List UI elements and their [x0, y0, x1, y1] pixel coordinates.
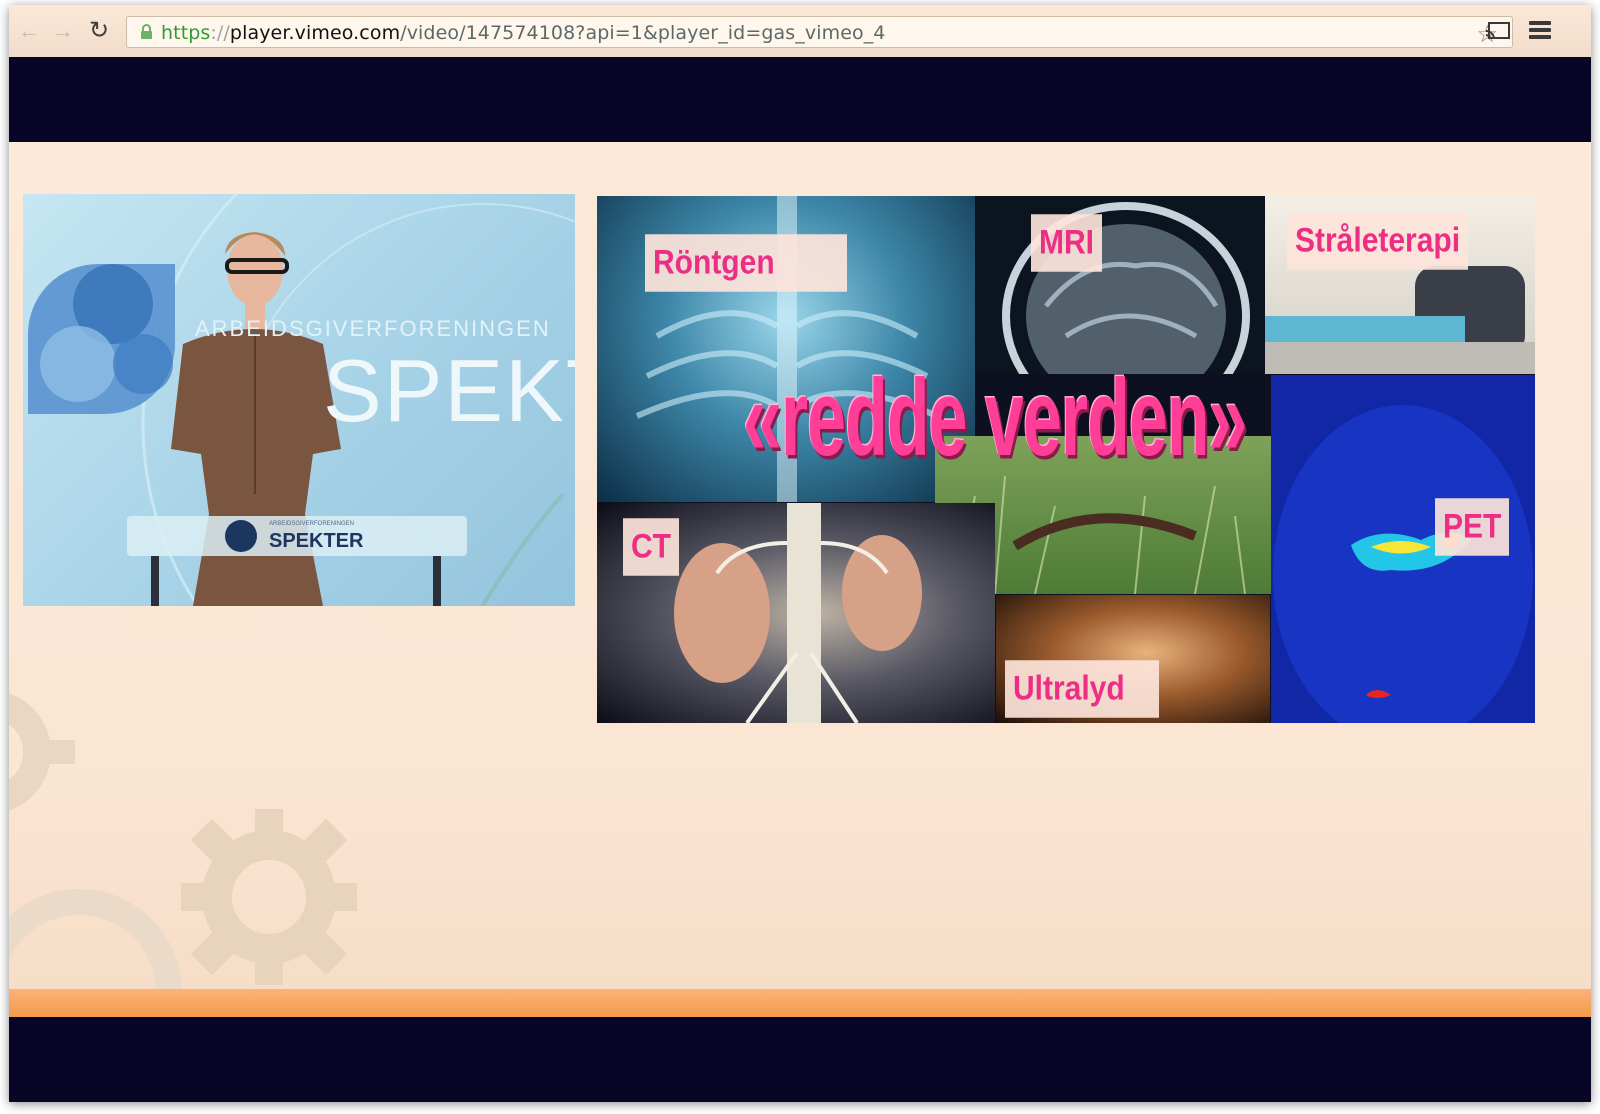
reload-icon[interactable]: ↻	[87, 19, 111, 43]
label-straleterapi: Stråleterapi	[1287, 212, 1469, 270]
url-host: player.vimeo.com	[229, 22, 401, 44]
label-pet: PET	[1435, 498, 1510, 556]
label-ultralyd: Ultralyd	[1005, 660, 1159, 718]
forward-arrow-icon[interactable]: →	[51, 19, 75, 43]
gear-icon	[9, 889, 182, 992]
url-scheme: https	[161, 22, 211, 44]
org-name-small: ARBEIDSGIVERFORENINGEN	[195, 316, 551, 341]
cast-icon[interactable]	[1485, 21, 1511, 41]
gear-icon	[9, 693, 75, 811]
label-mri: MRI	[1031, 214, 1102, 272]
browser-toolbar: ← → ↻ https://player.vimeo.com/video/147…	[9, 5, 1591, 58]
lock-icon	[141, 24, 152, 39]
letterbox-bottom	[9, 1017, 1591, 1102]
label-ct: CT	[623, 518, 679, 576]
presentation-slide: ARBEIDSGIVERFORENINGEN SPEKTER ARBEIDSGI…	[9, 142, 1591, 1017]
browser-window: ← → ↻ https://player.vimeo.com/video/147…	[9, 5, 1591, 1102]
mri-image	[976, 196, 1264, 374]
label-rontgen: Röntgen	[645, 234, 847, 292]
url-path: /video/147574108?api=1&player_id=gas_vim…	[400, 22, 886, 44]
menu-icon[interactable]	[1529, 21, 1551, 41]
orange-stripe	[9, 989, 1591, 1017]
url-text[interactable]: https://player.vimeo.com/video/147574108…	[161, 22, 886, 44]
video-player[interactable]: ARBEIDSGIVERFORENINGEN SPEKTER ARBEIDSGI…	[9, 57, 1591, 1102]
medical-imaging-collage: Röntgen MRI Stråleterapi CT Ultralyd PET…	[597, 196, 1535, 723]
headline-quote: «redde verden»	[743, 357, 1247, 479]
address-bar[interactable]: https://player.vimeo.com/video/147574108…	[126, 16, 1513, 48]
podium-logo-text: SPEKTER	[269, 530, 364, 552]
speaker-video: ARBEIDSGIVERFORENINGEN SPEKTER ARBEIDSGI…	[23, 194, 575, 606]
url-separator: ://	[210, 22, 230, 44]
letterbox-top	[9, 57, 1591, 142]
org-name-large: SPEKTER	[323, 341, 575, 440]
back-arrow-icon[interactable]: ←	[17, 19, 41, 43]
podium-org-small: ARBEIDSGIVERFORENINGEN	[269, 521, 355, 527]
